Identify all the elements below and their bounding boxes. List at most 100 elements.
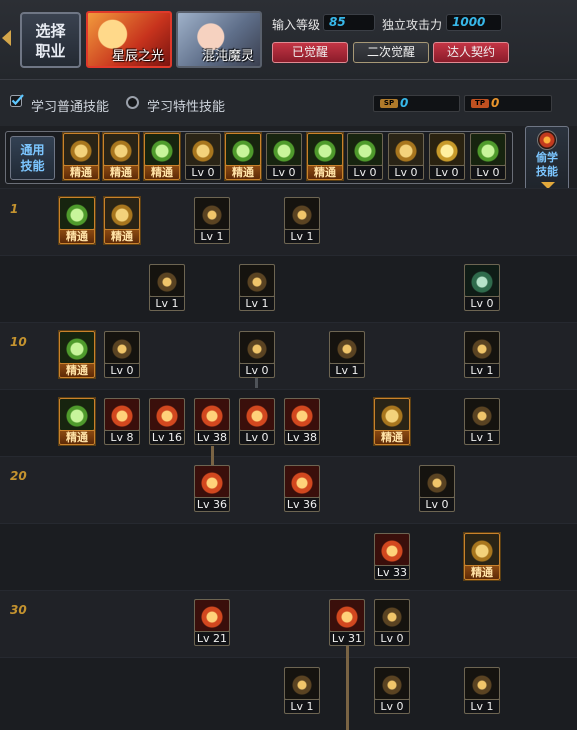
skill-level-badge: Lv 0 <box>419 497 455 512</box>
skill-slot[interactable]: Lv 0 <box>185 133 221 180</box>
skill-slot[interactable]: Lv 1 <box>284 197 320 244</box>
skill-level-badge: Lv 0 <box>374 631 410 646</box>
skill-slot[interactable]: 精通 <box>63 133 99 180</box>
green-shield-icon <box>464 264 500 297</box>
skill-level-badge: Lv 1 <box>239 296 275 311</box>
level-band <box>0 590 577 657</box>
meditate-icon <box>307 133 343 166</box>
skill-level-badge: Lv 1 <box>464 699 500 714</box>
common-skill-bar: 通用 技能 精通 精通 精通 Lv 0 精通 Lv 0 精通 Lv 0 Lv 0 Lv 0 Lv 0… <box>0 126 577 192</box>
skill-slot[interactable]: Lv 1 <box>239 264 275 311</box>
skill-slot[interactable]: 精通 <box>59 331 95 378</box>
gear-ring-icon <box>149 264 185 297</box>
skill-slot[interactable]: Lv 0 <box>374 599 410 646</box>
sp-counter: SP 0 <box>373 95 460 112</box>
steal-skill-button[interactable]: 偷学 技能 <box>525 126 569 192</box>
skill-slot[interactable]: Lv 0 <box>239 331 275 378</box>
skill-level-badge: Lv 0 <box>239 430 275 445</box>
skill-simulator: 选择 职业 星辰之光 混沌魔灵 输入等级 85 独立攻击力 1000 已觉醒 二… <box>0 0 577 730</box>
skill-slot[interactable]: 精通 <box>307 133 343 180</box>
skill-slot[interactable]: Lv 8 <box>104 398 140 445</box>
skill-slot[interactable]: 精通 <box>374 398 410 445</box>
awaken-button[interactable]: 已觉醒 <box>272 42 348 63</box>
dash-figure-icon <box>144 133 180 166</box>
skill-slot[interactable]: 精通 <box>464 533 500 580</box>
back-arrow-icon[interactable] <box>2 30 11 46</box>
skill-slot[interactable]: Lv 1 <box>149 264 185 311</box>
special-skill-label[interactable]: 学习特性技能 <box>147 96 225 115</box>
skill-slot[interactable]: Lv 1 <box>464 398 500 445</box>
level-mark: 10 <box>10 335 27 349</box>
portrait-starlight[interactable]: 星辰之光 <box>86 11 172 68</box>
second-awaken-button[interactable]: 二次觉醒 <box>353 42 429 63</box>
check-icon[interactable] <box>10 93 24 107</box>
skill-slot[interactable]: Lv 16 <box>149 398 185 445</box>
skill-level-badge: Lv 0 <box>185 165 221 180</box>
skill-level-badge: 精通 <box>104 229 140 244</box>
skill-slot[interactable]: Lv 0 <box>470 133 506 180</box>
skill-slot[interactable]: Lv 0 <box>104 331 140 378</box>
skill-level-badge: Lv 1 <box>329 363 365 378</box>
skill-slot[interactable]: 精通 <box>144 133 180 180</box>
skill-slot[interactable]: Lv 1 <box>284 667 320 714</box>
level-input[interactable]: 85 <box>323 14 375 31</box>
feather-slash-icon <box>194 197 230 230</box>
red-slash-icon <box>149 398 185 431</box>
golden-armor-icon <box>464 533 500 566</box>
skill-level-badge: Lv 16 <box>149 430 185 445</box>
attack-input[interactable]: 1000 <box>446 14 502 31</box>
skill-slot[interactable]: 精通 <box>59 398 95 445</box>
fire-burst-icon <box>194 398 230 431</box>
attack-label: 独立攻击力 <box>382 18 443 32</box>
skill-slot[interactable]: Lv 31 <box>329 599 365 646</box>
skill-level-badge: 精通 <box>63 165 99 180</box>
skill-slot[interactable]: Lv 1 <box>194 197 230 244</box>
skill-slot[interactable]: Lv 1 <box>329 331 365 378</box>
master-contract-button[interactable]: 达人契约 <box>433 42 509 63</box>
skill-level-badge: Lv 0 <box>104 363 140 378</box>
skill-level-badge: 精通 <box>464 565 500 580</box>
skill-level-badge: Lv 1 <box>464 363 500 378</box>
star-blast-icon <box>374 667 410 700</box>
cross-swords-icon <box>374 398 410 431</box>
skill-slot[interactable]: Lv 0 <box>464 264 500 311</box>
special-skill-radio[interactable] <box>126 96 139 109</box>
skill-slot[interactable]: Lv 0 <box>347 133 383 180</box>
flame-swirl-icon <box>464 398 500 431</box>
skill-slot[interactable]: Lv 0 <box>388 133 424 180</box>
skill-slot[interactable]: 精通 <box>104 197 140 244</box>
skill-slot[interactable]: Lv 0 <box>374 667 410 714</box>
target-icon <box>225 133 261 166</box>
skill-level-badge: Lv 33 <box>374 565 410 580</box>
skill-slot[interactable]: Lv 0 <box>419 465 455 512</box>
level-label: 输入等级 <box>272 18 321 32</box>
sp-value: 0 <box>400 96 409 110</box>
skill-slot[interactable]: Lv 21 <box>194 599 230 646</box>
tp-tag: TP <box>471 99 489 108</box>
skill-slot[interactable]: Lv 1 <box>464 667 500 714</box>
skill-slot[interactable]: Lv 0 <box>266 133 302 180</box>
dragon-icon <box>464 667 500 700</box>
sword-pillar-icon <box>59 331 95 364</box>
skill-slot[interactable]: 精通 <box>103 133 139 180</box>
knight-shield-icon <box>284 667 320 700</box>
skill-slot[interactable]: Lv 0 <box>239 398 275 445</box>
skill-slot[interactable]: 精通 <box>225 133 261 180</box>
select-job-button[interactable]: 选择 职业 <box>20 12 81 68</box>
dark-orb-icon <box>419 465 455 498</box>
summon-green-icon <box>59 197 95 230</box>
red-sweep-icon <box>194 465 230 498</box>
skill-slot[interactable]: Lv 38 <box>194 398 230 445</box>
skill-slot[interactable]: Lv 1 <box>464 331 500 378</box>
skill-slot[interactable]: Lv 33 <box>374 533 410 580</box>
portrait-chaos[interactable]: 混沌魔灵 <box>176 11 262 68</box>
skill-level-badge: Lv 21 <box>194 631 230 646</box>
red-lance-icon <box>329 599 365 632</box>
skill-slot[interactable]: Lv 36 <box>284 465 320 512</box>
skill-slot[interactable]: 精通 <box>59 197 95 244</box>
skill-level-badge: Lv 36 <box>284 497 320 512</box>
normal-skill-label[interactable]: 学习普通技能 <box>31 96 109 115</box>
skill-slot[interactable]: Lv 0 <box>429 133 465 180</box>
skill-slot[interactable]: Lv 36 <box>194 465 230 512</box>
skill-slot[interactable]: Lv 38 <box>284 398 320 445</box>
